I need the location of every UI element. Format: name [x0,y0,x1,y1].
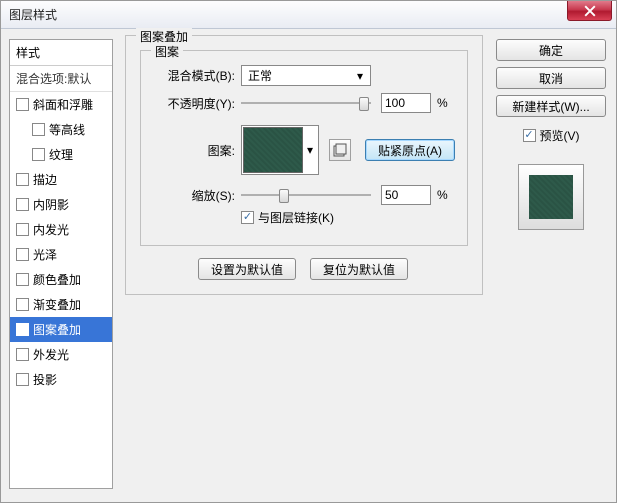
sidebar-item-label: 纹理 [49,146,73,163]
sidebar-item-label: 斜面和浮雕 [33,96,93,113]
blend-mode-combo[interactable]: 正常 ▾ [241,65,371,86]
button-label: 复位为默认值 [323,261,395,278]
sidebar-item-bevel[interactable]: 斜面和浮雕 [10,92,112,117]
reset-default-button[interactable]: 复位为默认值 [310,258,408,280]
link-label: 与图层链接(K) [258,209,334,226]
preview-label: 预览(V) [540,127,580,144]
slider-thumb[interactable] [359,97,369,111]
chevron-down-icon: ▾ [352,69,368,83]
button-label: 确定 [539,42,563,59]
opacity-input[interactable]: 100 [381,93,431,113]
pattern-swatch [243,127,303,173]
sidebar-item-satin[interactable]: 光泽 [10,242,112,267]
sidebar-item-label: 渐变叠加 [33,296,81,313]
pattern-group: 图案 混合模式(B): 正常 ▾ 不透明度(Y): 100 % [140,50,468,246]
opacity-label: 不透明度(Y): [153,95,235,112]
sidebar-item-label: 内阴影 [33,196,69,213]
button-label: 贴紧原点(A) [378,142,442,159]
percent-label: % [437,188,448,202]
checkbox-icon[interactable] [16,298,29,311]
sidebar-item-label: 光泽 [33,246,57,263]
percent-label: % [437,96,448,110]
checkbox-icon[interactable] [32,123,45,136]
pattern-overlay-group: 图案叠加 图案 混合模式(B): 正常 ▾ 不透明度(Y): [125,35,483,295]
sidebar-blend-options[interactable]: 混合选项:默认 [10,66,112,92]
preview-checkbox[interactable] [523,129,536,142]
sidebar-item-label: 内发光 [33,221,69,238]
chevron-down-icon: ▾ [303,127,317,173]
default-buttons: 设置为默认值 复位为默认值 [198,258,408,280]
new-preset-button[interactable] [329,139,351,161]
sidebar-item-label: 投影 [33,371,57,388]
sidebar-item-label: 描边 [33,171,57,188]
checkbox-icon[interactable] [32,148,45,161]
scale-input[interactable]: 50 [381,185,431,205]
sidebar-item-drop-shadow[interactable]: 投影 [10,367,112,392]
titlebar: 图层样式 [1,1,616,29]
scale-label: 缩放(S): [153,187,235,204]
ok-button[interactable]: 确定 [496,39,606,61]
sidebar-head[interactable]: 样式 [10,40,112,66]
new-preset-icon [333,143,347,157]
styles-sidebar: 样式 混合选项:默认 斜面和浮雕 等高线 纹理 描边 内阴影 内发光 光泽 颜色… [9,39,113,489]
snap-origin-button[interactable]: 贴紧原点(A) [365,139,455,161]
preview-row: 预览(V) [496,127,606,144]
sidebar-item-label: 等高线 [49,121,85,138]
checkbox-icon[interactable] [16,198,29,211]
sidebar-item-label: 颜色叠加 [33,271,81,288]
sidebar-item-inner-glow[interactable]: 内发光 [10,217,112,242]
sidebar-item-outer-glow[interactable]: 外发光 [10,342,112,367]
checkbox-icon[interactable] [16,373,29,386]
pattern-label: 图案: [153,142,235,159]
close-button[interactable] [567,1,612,21]
dialog-title: 图层样式 [9,6,57,23]
scale-slider[interactable] [241,187,371,203]
sidebar-item-pattern-overlay[interactable]: 图案叠加 [10,317,112,342]
sidebar-item-label: 图案叠加 [33,321,81,338]
sidebar-item-label: 外发光 [33,346,69,363]
sidebar-item-gradient-overlay[interactable]: 渐变叠加 [10,292,112,317]
checkbox-icon[interactable] [16,273,29,286]
checkbox-icon[interactable] [16,223,29,236]
slider-thumb[interactable] [279,189,289,203]
checkbox-icon[interactable] [16,323,29,336]
checkbox-icon[interactable] [16,173,29,186]
checkbox-icon[interactable] [16,98,29,111]
sidebar-item-color-overlay[interactable]: 颜色叠加 [10,267,112,292]
preview-box [518,164,584,230]
cancel-button[interactable]: 取消 [496,67,606,89]
inner-legend: 图案 [151,43,183,60]
new-style-button[interactable]: 新建样式(W)... [496,95,606,117]
sidebar-item-stroke[interactable]: 描边 [10,167,112,192]
slider-track [241,194,371,196]
blend-mode-value: 正常 [248,67,272,84]
dialog-body: 样式 混合选项:默认 斜面和浮雕 等高线 纹理 描边 内阴影 内发光 光泽 颜色… [1,29,616,502]
sidebar-item-inner-shadow[interactable]: 内阴影 [10,192,112,217]
opacity-slider[interactable] [241,95,371,111]
checkbox-icon[interactable] [16,348,29,361]
pattern-picker[interactable]: ▾ [241,125,319,175]
button-label: 新建样式(W)... [512,98,589,115]
slider-track [241,102,371,104]
button-label: 取消 [539,70,563,87]
link-checkbox[interactable] [241,211,254,224]
blend-mode-label: 混合模式(B): [153,67,235,84]
right-column: 确定 取消 新建样式(W)... 预览(V) [496,39,606,230]
sidebar-item-contour[interactable]: 等高线 [10,117,112,142]
checkbox-icon[interactable] [16,248,29,261]
button-label: 设置为默认值 [211,261,283,278]
sidebar-item-texture[interactable]: 纹理 [10,142,112,167]
close-icon [584,5,596,17]
layer-style-dialog: 图层样式 样式 混合选项:默认 斜面和浮雕 等高线 纹理 描边 内阴影 内发光 … [0,0,617,503]
preview-swatch [529,175,573,219]
set-default-button[interactable]: 设置为默认值 [198,258,296,280]
